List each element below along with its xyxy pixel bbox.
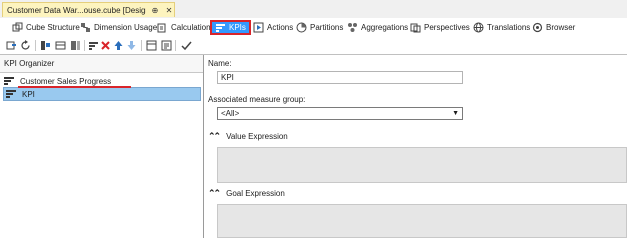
tab-partitions[interactable]: Partitions bbox=[294, 20, 345, 35]
tab-kpis[interactable]: KPIs bbox=[210, 20, 251, 35]
collapse-icon[interactable]: ⌃⌃ bbox=[208, 188, 221, 199]
script-view-icon[interactable] bbox=[161, 40, 172, 51]
value-expression-section[interactable]: ⌃⌃ Value Expression bbox=[208, 131, 288, 142]
collapse-icon[interactable]: ⌃⌃ bbox=[208, 131, 221, 142]
refresh-icon[interactable] bbox=[20, 40, 31, 51]
partitions-icon bbox=[296, 22, 307, 33]
form-view-icon[interactable] bbox=[40, 40, 51, 51]
highlight-underline bbox=[18, 86, 131, 88]
tab-label: Actions bbox=[267, 23, 294, 32]
tab-label: KPIs bbox=[229, 23, 246, 32]
tab-label: Partitions bbox=[310, 23, 344, 32]
tab-perspectives[interactable]: Perspectives bbox=[408, 20, 472, 35]
check-syntax-icon[interactable] bbox=[181, 40, 192, 51]
toolbar-separator bbox=[84, 40, 85, 51]
tab-actions[interactable]: Actions bbox=[251, 20, 295, 35]
designer-tab-bar: Cube Structure Dimension Usage Calculati… bbox=[0, 18, 627, 37]
kpi-icon bbox=[4, 77, 14, 85]
goal-expression-section[interactable]: ⌃⌃ Goal Expression bbox=[208, 188, 285, 199]
toolbar-separator bbox=[175, 40, 176, 51]
goal-expression-editor[interactable] bbox=[217, 204, 627, 238]
kpi-item-label: KPI bbox=[22, 89, 35, 99]
document-tab-title: Customer Data War...ouse.cube [Design]* bbox=[7, 5, 146, 15]
tab-translations[interactable]: Translations bbox=[471, 20, 532, 35]
pin-icon[interactable]: ⊕ bbox=[150, 6, 160, 15]
tab-label: Perspectives bbox=[424, 23, 470, 32]
document-tab[interactable]: Customer Data War...ouse.cube [Design]* … bbox=[2, 2, 175, 17]
template-icon[interactable] bbox=[70, 40, 81, 51]
dimension-usage-icon bbox=[80, 22, 91, 33]
tab-browser[interactable]: Browser bbox=[530, 20, 577, 35]
form-layout-icon[interactable] bbox=[146, 40, 157, 51]
name-input[interactable]: KPI bbox=[217, 71, 463, 84]
value-expression-label: Value Expression bbox=[226, 132, 288, 141]
kpi-toolbar bbox=[0, 37, 627, 55]
tab-calculations[interactable]: Calculations bbox=[155, 20, 217, 35]
process-icon[interactable] bbox=[6, 40, 17, 51]
goal-expression-label: Goal Expression bbox=[226, 189, 285, 198]
toolbar-separator bbox=[35, 40, 36, 51]
move-down-icon[interactable] bbox=[126, 40, 137, 51]
calculations-icon bbox=[157, 22, 168, 33]
tab-dimension-usage[interactable]: Dimension Usage bbox=[78, 20, 159, 35]
move-up-icon[interactable] bbox=[113, 40, 124, 51]
kpi-icon bbox=[6, 90, 16, 98]
actions-icon bbox=[253, 22, 264, 33]
value-expression-editor[interactable] bbox=[217, 147, 627, 183]
kpi-form-panel: Name: KPI Associated measure group: <All… bbox=[205, 55, 627, 238]
document-tab-strip: Customer Data War...ouse.cube [Design]* … bbox=[0, 0, 627, 19]
cube-structure-icon bbox=[12, 22, 23, 33]
tab-label: Dimension Usage bbox=[94, 23, 158, 32]
tab-label: Translations bbox=[487, 23, 531, 32]
perspectives-icon bbox=[410, 22, 421, 33]
kpi-list-item-selected[interactable]: KPI bbox=[3, 87, 201, 101]
dimension-icon[interactable] bbox=[88, 40, 99, 51]
tab-label: Browser bbox=[546, 23, 576, 32]
aggregations-icon bbox=[347, 22, 358, 33]
browser-icon bbox=[532, 22, 543, 33]
kpi-organizer-header: KPI Organizer bbox=[0, 55, 203, 73]
toolbar-separator bbox=[141, 40, 142, 51]
measure-group-label: Associated measure group: bbox=[208, 95, 306, 104]
translations-icon bbox=[473, 22, 484, 33]
name-label: Name: bbox=[208, 59, 232, 68]
tab-label: Cube Structure bbox=[26, 23, 80, 32]
tab-cube-structure[interactable]: Cube Structure bbox=[10, 20, 82, 35]
tab-label: Aggregations bbox=[361, 23, 409, 32]
measure-group-select[interactable]: <All> ▼ bbox=[217, 107, 463, 120]
tab-label: Calculations bbox=[171, 23, 215, 32]
kpi-item-label: Customer Sales Progress bbox=[20, 76, 112, 86]
delete-icon[interactable] bbox=[100, 40, 111, 51]
kpis-icon bbox=[215, 22, 226, 33]
tab-aggregations[interactable]: Aggregations bbox=[345, 20, 410, 35]
calculation-properties-icon[interactable] bbox=[55, 40, 66, 51]
chevron-down-icon: ▼ bbox=[452, 110, 459, 117]
kpi-organizer-panel: KPI Organizer Customer Sales Progress KP… bbox=[0, 55, 204, 238]
close-icon[interactable]: ✕ bbox=[164, 6, 174, 15]
measure-group-value: <All> bbox=[221, 109, 240, 118]
